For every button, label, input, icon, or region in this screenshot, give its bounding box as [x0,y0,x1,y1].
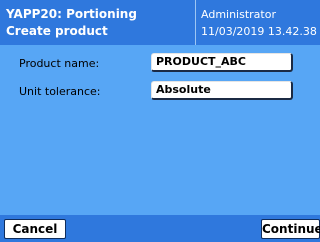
app-screen: YAPP20: Portioning Create product Admini… [0,0,320,242]
product-name-label: Product name: [19,57,100,70]
form-area: Product name: PRODUCT_ABC Unit tolerance… [0,45,320,215]
user-name: Administrator [201,8,276,21]
header-bar: YAPP20: Portioning Create product Admini… [0,0,320,45]
product-name-row: Product name: PRODUCT_ABC [0,53,320,73]
session-info: Administrator 11/03/2019 13.42.38 [201,6,317,40]
page-title: Create product [6,24,108,38]
footer-bar: Cancel Continue [0,215,320,242]
unit-tolerance-row: Unit tolerance: Absolute [0,81,320,101]
cancel-button[interactable]: Cancel [4,219,66,239]
app-title: YAPP20: Portioning [6,7,137,21]
continue-button[interactable]: Continue [261,219,320,239]
unit-tolerance-select[interactable]: Absolute [151,81,293,100]
unit-tolerance-label: Unit tolerance: [19,85,101,98]
screen-title: YAPP20: Portioning Create product [6,6,137,40]
header-divider [195,0,196,45]
datetime-display: 11/03/2019 13.42.38 [201,25,317,38]
product-name-field[interactable]: PRODUCT_ABC [151,53,293,72]
